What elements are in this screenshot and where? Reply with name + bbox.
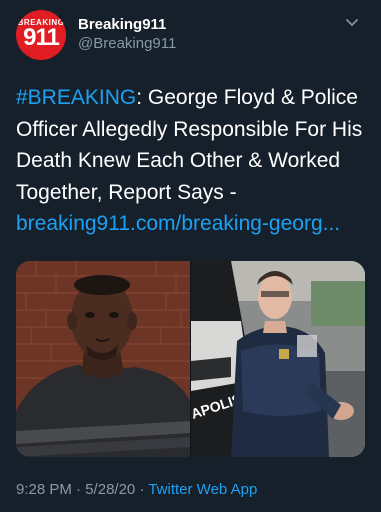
tweet-link[interactable]: breaking911.com/breaking-georg...	[16, 212, 340, 235]
avatar-number: 911	[23, 24, 60, 51]
meta-separator: ·	[76, 481, 82, 498]
tweet-time[interactable]: 9:28 PM	[16, 481, 72, 498]
chevron-down-icon[interactable]	[344, 14, 360, 30]
tweet-date[interactable]: 5/28/20	[85, 481, 135, 498]
officer-scene-image: APOLIS	[191, 261, 365, 457]
tweet-text: #BREAKING: George Floyd & Police Officer…	[16, 82, 366, 240]
tweet-header: BREAKING 911 Breaking911 @Breaking911	[16, 10, 366, 60]
author-names[interactable]: Breaking911 @Breaking911	[78, 15, 176, 54]
meta-separator-2: ·	[139, 481, 145, 498]
media-photo-left[interactable]	[16, 261, 190, 457]
hashtag-link[interactable]: #BREAKING	[16, 86, 136, 109]
display-name[interactable]: Breaking911	[78, 15, 176, 34]
man-selfie-image	[16, 261, 190, 457]
handle[interactable]: @Breaking911	[78, 34, 176, 54]
avatar[interactable]: BREAKING 911	[16, 10, 66, 60]
tweet-client-link[interactable]: Twitter Web App	[148, 481, 257, 498]
media-photo-right[interactable]: APOLIS	[191, 261, 365, 457]
tweet-media[interactable]: APOLIS	[16, 261, 365, 457]
tweet-meta: 9:28 PM · 5/28/20 · Twitter Web App	[16, 481, 257, 498]
